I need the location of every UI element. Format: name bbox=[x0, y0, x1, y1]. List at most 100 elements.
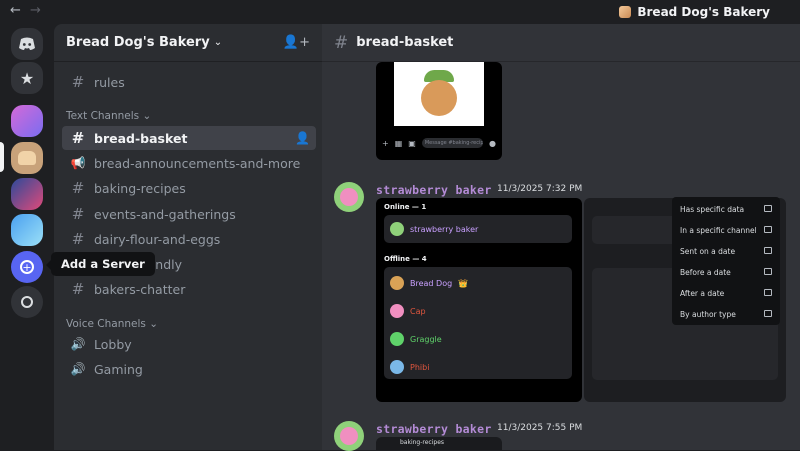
add-server-tooltip: Add a Server bbox=[46, 252, 155, 276]
channel-title: bread-basket bbox=[356, 35, 454, 50]
channel-events[interactable]: # events-and-gatherings bbox=[62, 202, 316, 226]
favorites-button[interactable]: ★ bbox=[11, 62, 43, 94]
channel-label: Lobby bbox=[94, 336, 132, 352]
member-row: Phibi bbox=[390, 360, 429, 374]
channel-label: bread-basket bbox=[94, 130, 188, 146]
member-row: Graggle bbox=[390, 332, 442, 346]
speaker-icon: 🔊 bbox=[70, 337, 86, 351]
hashtag-icon: # bbox=[71, 129, 85, 147]
offline-label: Offline — 4 bbox=[384, 255, 427, 263]
server-header[interactable]: Bread Dog's Bakery ⌄ 👤+ bbox=[54, 24, 322, 62]
channel-label: bakers-chatter bbox=[94, 281, 186, 297]
apps-icon: ▦ bbox=[394, 138, 403, 148]
hashtag-icon: # bbox=[71, 280, 85, 298]
hashtag-icon: # bbox=[334, 32, 349, 53]
channel-baking-recipes[interactable]: # baking-recipes bbox=[62, 176, 316, 200]
message-author[interactable]: strawberry baker bbox=[376, 183, 492, 197]
strawberry-face-icon bbox=[340, 427, 358, 445]
add-server-button[interactable]: + bbox=[11, 251, 43, 283]
strawberry-face-icon bbox=[340, 188, 358, 206]
filter-option[interactable]: Has specific data bbox=[680, 205, 772, 214]
filter-icon bbox=[764, 226, 772, 233]
server-icon-1[interactable] bbox=[11, 105, 43, 137]
compass-icon bbox=[21, 296, 33, 308]
avatar[interactable] bbox=[334, 421, 364, 451]
filter-option[interactable]: After a date bbox=[680, 289, 772, 298]
member-row: Cap bbox=[390, 304, 426, 318]
channel-dairy[interactable]: # dairy-flour-and-eggs bbox=[62, 227, 316, 251]
voice-channel-gaming[interactable]: 🔊 Gaming bbox=[62, 357, 316, 381]
window-title: Bread Dog's Bakery bbox=[619, 5, 770, 19]
avatar bbox=[390, 222, 404, 236]
selected-server-pill bbox=[0, 142, 4, 172]
forward-arrow-icon[interactable]: → bbox=[30, 3, 41, 18]
filter-option-label: Sent on a date bbox=[680, 247, 736, 256]
member-name: Phibi bbox=[410, 362, 430, 372]
image-attachment-2[interactable]: Online — 1 strawberry baker Offline — 4 … bbox=[376, 198, 582, 402]
channel-label: rules bbox=[94, 74, 125, 90]
hashtag-icon: # bbox=[71, 205, 85, 223]
bot-icon bbox=[764, 310, 772, 317]
channel-bread-announcements[interactable]: 📢 bread-announcements-and-more bbox=[62, 151, 316, 175]
avatar bbox=[390, 360, 404, 374]
bread-icon bbox=[18, 151, 36, 165]
title-bar: ← → Bread Dog's Bakery bbox=[0, 0, 800, 24]
calendar-icon bbox=[764, 247, 772, 254]
image-attachment-4[interactable]: baking-recipes bbox=[376, 437, 502, 450]
category-label: Voice Channels bbox=[66, 318, 146, 330]
hashtag-icon: # bbox=[71, 179, 85, 197]
member-name: Graggle bbox=[410, 334, 442, 344]
channel-label: Gaming bbox=[94, 361, 143, 377]
channel-label: events-and-gatherings bbox=[94, 206, 236, 222]
server-icon-3[interactable] bbox=[11, 178, 43, 210]
server-icon-bread-dog[interactable] bbox=[11, 142, 43, 174]
channel-bakers-chatter[interactable]: # bakers-chatter bbox=[62, 277, 316, 301]
channel-bread-basket[interactable]: # bread-basket 👤 bbox=[62, 126, 316, 150]
category-label: Text Channels bbox=[66, 110, 140, 122]
crown-icon: 👑 bbox=[458, 278, 469, 288]
mic-icon: ● bbox=[489, 138, 496, 148]
plus-icon: + bbox=[382, 138, 389, 148]
message-author[interactable]: strawberry baker bbox=[376, 422, 492, 436]
message-timestamp: 11/3/2025 7:55 PM bbox=[497, 423, 583, 433]
discover-button[interactable] bbox=[11, 286, 43, 318]
calendar-icon bbox=[764, 289, 772, 296]
speaker-icon: 🔊 bbox=[70, 362, 86, 376]
filter-option[interactable]: Before a date bbox=[680, 268, 772, 277]
server-name: Bread Dog's Bakery bbox=[66, 35, 210, 50]
filter-option[interactable]: Sent on a date bbox=[680, 247, 772, 256]
category-text-channels[interactable]: Text Channels ⌄ bbox=[66, 110, 151, 122]
discord-logo-icon bbox=[19, 37, 35, 50]
back-arrow-icon[interactable]: ← bbox=[10, 3, 21, 18]
channel-label: dairy-flour-and-eggs bbox=[94, 231, 221, 247]
server-icon-4[interactable] bbox=[11, 214, 43, 246]
embed-channel-title: baking-recipes bbox=[400, 439, 445, 446]
voice-channel-lobby[interactable]: 🔊 Lobby bbox=[62, 332, 316, 356]
image-attachment-1[interactable]: + ▦ ▣ Message #baking-recipes ● bbox=[376, 62, 502, 160]
filter-option[interactable]: In a specific channel bbox=[680, 226, 772, 235]
avatar bbox=[390, 276, 404, 290]
channel-sidebar: Bread Dog's Bakery ⌄ 👤+ # rules Text Cha… bbox=[54, 24, 322, 450]
calendar-icon bbox=[764, 268, 772, 275]
filter-option[interactable]: By author type bbox=[680, 310, 772, 319]
gift-icon: ▣ bbox=[408, 138, 416, 148]
chevron-down-icon: ⌄ bbox=[213, 37, 223, 48]
invite-people-icon[interactable]: 👤+ bbox=[283, 35, 310, 50]
avatar[interactable] bbox=[334, 182, 364, 212]
hashtag-icon: # bbox=[71, 230, 85, 248]
channel-label: baking-recipes bbox=[94, 180, 186, 196]
channel-rules[interactable]: # rules bbox=[62, 70, 316, 94]
member-name: Cap bbox=[410, 306, 426, 316]
hashtag-icon: # bbox=[71, 73, 85, 91]
avatar bbox=[390, 332, 404, 346]
channel-header: # bread-basket bbox=[322, 24, 800, 62]
discord-home-button[interactable] bbox=[11, 28, 43, 60]
chevron-down-icon: ⌄ bbox=[142, 110, 152, 122]
dog-photo bbox=[394, 62, 484, 126]
window-title-text: Bread Dog's Bakery bbox=[637, 5, 770, 19]
dog-face bbox=[421, 80, 457, 116]
add-member-icon[interactable]: 👤 bbox=[295, 131, 310, 145]
category-voice-channels[interactable]: Voice Channels ⌄ bbox=[66, 318, 158, 330]
member-name: Bread Dog bbox=[410, 278, 453, 288]
star-icon: ★ bbox=[19, 68, 35, 88]
